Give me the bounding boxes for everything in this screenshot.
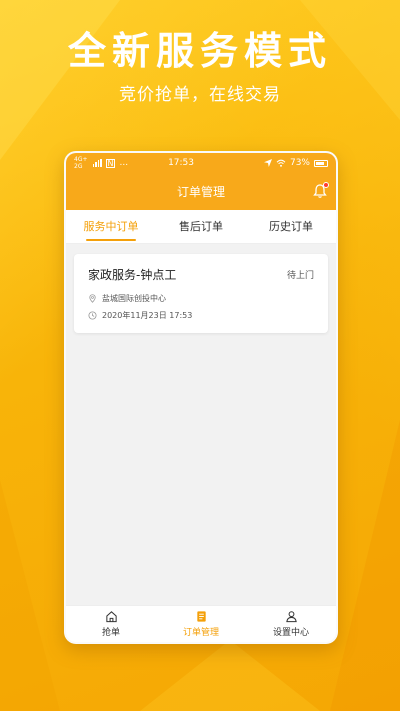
page-title: 订单管理 <box>176 185 225 199</box>
order-title: 家政服务-钟点工 <box>88 268 177 282</box>
status-left: 4G+ 2G N ... <box>74 156 128 170</box>
location-arrow-icon <box>263 159 272 167</box>
phone-frame: 4G+ 2G N ... 17:53 73% 订单管理 服务中订单 售后订单 历… <box>64 151 338 644</box>
network-bottom: 2G <box>74 163 83 170</box>
nav-settings-center[interactable]: 设置中心 <box>246 606 336 642</box>
location-pin-icon <box>89 294 96 303</box>
status-time: 17:53 <box>168 158 194 168</box>
network-top: 4G+ <box>74 156 88 163</box>
order-address: 盐城国际创投中心 <box>102 294 166 303</box>
promo-subtitle: 竞价抢单，在线交易 <box>119 85 281 105</box>
order-address-row: 盐城国际创投中心 <box>88 293 314 304</box>
unread-dot <box>323 182 329 188</box>
order-card[interactable]: 家政服务-钟点工 待上门 盐城国际创投中心 2020年11月23日 17:53 <box>74 254 328 333</box>
battery-icon <box>314 159 328 167</box>
battery-percent: 73% <box>289 158 310 168</box>
status-extra: ... <box>119 158 129 168</box>
wifi-icon <box>276 159 286 167</box>
tab-in-service[interactable]: 服务中订单 <box>66 210 156 244</box>
clock-icon <box>88 311 97 320</box>
tab-after-sales[interactable]: 售后订单 <box>156 210 246 244</box>
nav-grab-orders[interactable]: 抢单 <box>66 606 156 642</box>
nav-settings-center-label: 设置中心 <box>272 628 309 638</box>
order-list: 家政服务-钟点工 待上门 盐城国际创投中心 2020年11月23日 17:53 <box>66 244 336 604</box>
app-bar: 订单管理 <box>66 173 336 210</box>
network-type: 4G+ 2G <box>74 156 88 170</box>
status-bar: 4G+ 2G N ... 17:53 73% <box>66 153 336 173</box>
signal-icon <box>92 159 102 167</box>
bottom-nav: 抢单 订单管理 设置中心 <box>66 605 336 642</box>
order-tabs: 服务中订单 售后订单 历史订单 <box>66 210 336 244</box>
home-icon <box>105 611 117 623</box>
nav-grab-orders-label: 抢单 <box>101 628 120 638</box>
order-datetime: 2020年11月23日 17:53 <box>102 311 193 320</box>
nav-order-management[interactable]: 订单管理 <box>156 606 246 642</box>
order-time-row: 2020年11月23日 17:53 <box>88 310 314 321</box>
tab-history[interactable]: 历史订单 <box>246 210 336 244</box>
status-right: 73% <box>263 158 328 168</box>
notification-icon: N <box>105 158 116 168</box>
nav-order-management-label: 订单管理 <box>182 628 219 638</box>
order-list-icon <box>196 611 206 622</box>
order-status: 待上门 <box>286 271 314 281</box>
promo-title: 全新服务模式 <box>67 29 332 73</box>
notification-bell[interactable] <box>312 182 329 199</box>
user-icon <box>285 611 297 623</box>
